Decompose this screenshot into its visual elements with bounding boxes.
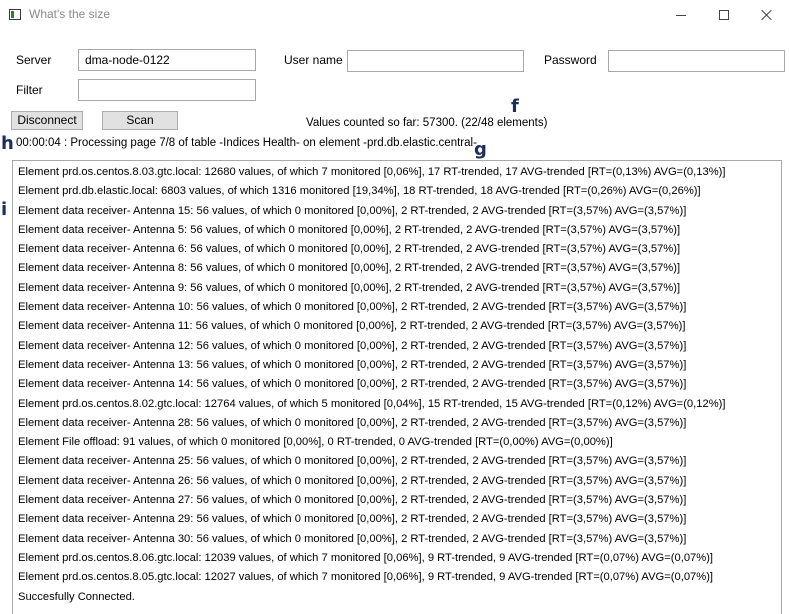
log-line: Element data receiver- Antenna 14: 56 va… [18, 378, 687, 391]
log-line: Element data receiver- Antenna 12: 56 va… [18, 339, 687, 352]
marker-i: i [1, 199, 8, 220]
maximize-icon [719, 10, 729, 20]
scan-button[interactable]: Scan [102, 111, 178, 130]
close-icon [761, 9, 773, 21]
title-bar: What's the size [0, 0, 789, 30]
log-line: Element data receiver- Antenna 9: 56 val… [18, 281, 681, 294]
username-label: User name [284, 53, 343, 67]
processing-status: 00:00:04 : Processing page 7/8 of table … [16, 137, 477, 149]
disconnect-button[interactable]: Disconnect [11, 111, 83, 130]
log-line: Element File offload: 91 values, of whic… [18, 436, 613, 449]
app-icon [9, 9, 21, 20]
log-line: Element data receiver- Antenna 5: 56 val… [18, 223, 681, 236]
log-line: Element data receiver- Antenna 26: 56 va… [18, 474, 687, 487]
marker-f: f [511, 96, 519, 117]
log-line: Element data receiver- Antenna 15: 56 va… [18, 204, 687, 217]
log-line: Element data receiver- Antenna 8: 56 val… [18, 262, 681, 275]
window-title: What's the size [29, 7, 110, 21]
log-line: Element data receiver- Antenna 29: 56 va… [18, 513, 687, 526]
log-line: Element data receiver- Antenna 13: 56 va… [18, 358, 687, 371]
log-line: Element data receiver- Antenna 6: 56 val… [18, 243, 681, 256]
log-line: Element prd.os.centos.8.02.gtc.local: 12… [18, 397, 726, 410]
log-line: Element prd.db.elastic.local: 6803 value… [18, 185, 701, 198]
log-line: Element data receiver- Antenna 25: 56 va… [18, 455, 687, 468]
log-line: Element prd.os.centos.8.03.gtc.local: 12… [18, 166, 726, 178]
minimize-icon [676, 14, 686, 16]
log-line: Element data receiver- Antenna 30: 56 va… [18, 532, 687, 545]
maximize-button[interactable] [701, 0, 747, 30]
close-button[interactable] [744, 0, 789, 30]
minimize-button[interactable] [658, 0, 704, 30]
values-counted-status: Values counted so far: 57300. (22/48 ele… [306, 117, 548, 129]
username-input[interactable] [347, 50, 524, 72]
filter-label: Filter [16, 83, 43, 97]
results-log[interactable]: Element prd.os.centos.8.03.gtc.local: 12… [12, 160, 782, 614]
marker-h: h [1, 133, 14, 154]
filter-input[interactable] [78, 79, 256, 101]
log-line: Succesfully Connected. [18, 590, 135, 603]
results-log-lines: Element prd.os.centos.8.03.gtc.local: 12… [13, 161, 781, 607]
log-line: Element prd.os.centos.8.05.gtc.local: 12… [18, 571, 714, 584]
server-label: Server [16, 53, 52, 67]
password-label: Password [544, 53, 597, 67]
log-line: Element data receiver- Antenna 28: 56 va… [18, 416, 687, 429]
log-line: Element data receiver- Antenna 11: 56 va… [18, 320, 686, 333]
log-line: Element prd.os.centos.8.06.gtc.local: 12… [18, 551, 714, 564]
log-line: Element data receiver- Antenna 10: 56 va… [18, 301, 687, 314]
password-input[interactable] [608, 50, 785, 72]
log-line: Element data receiver- Antenna 27: 56 va… [18, 494, 687, 507]
server-input[interactable] [78, 49, 256, 71]
